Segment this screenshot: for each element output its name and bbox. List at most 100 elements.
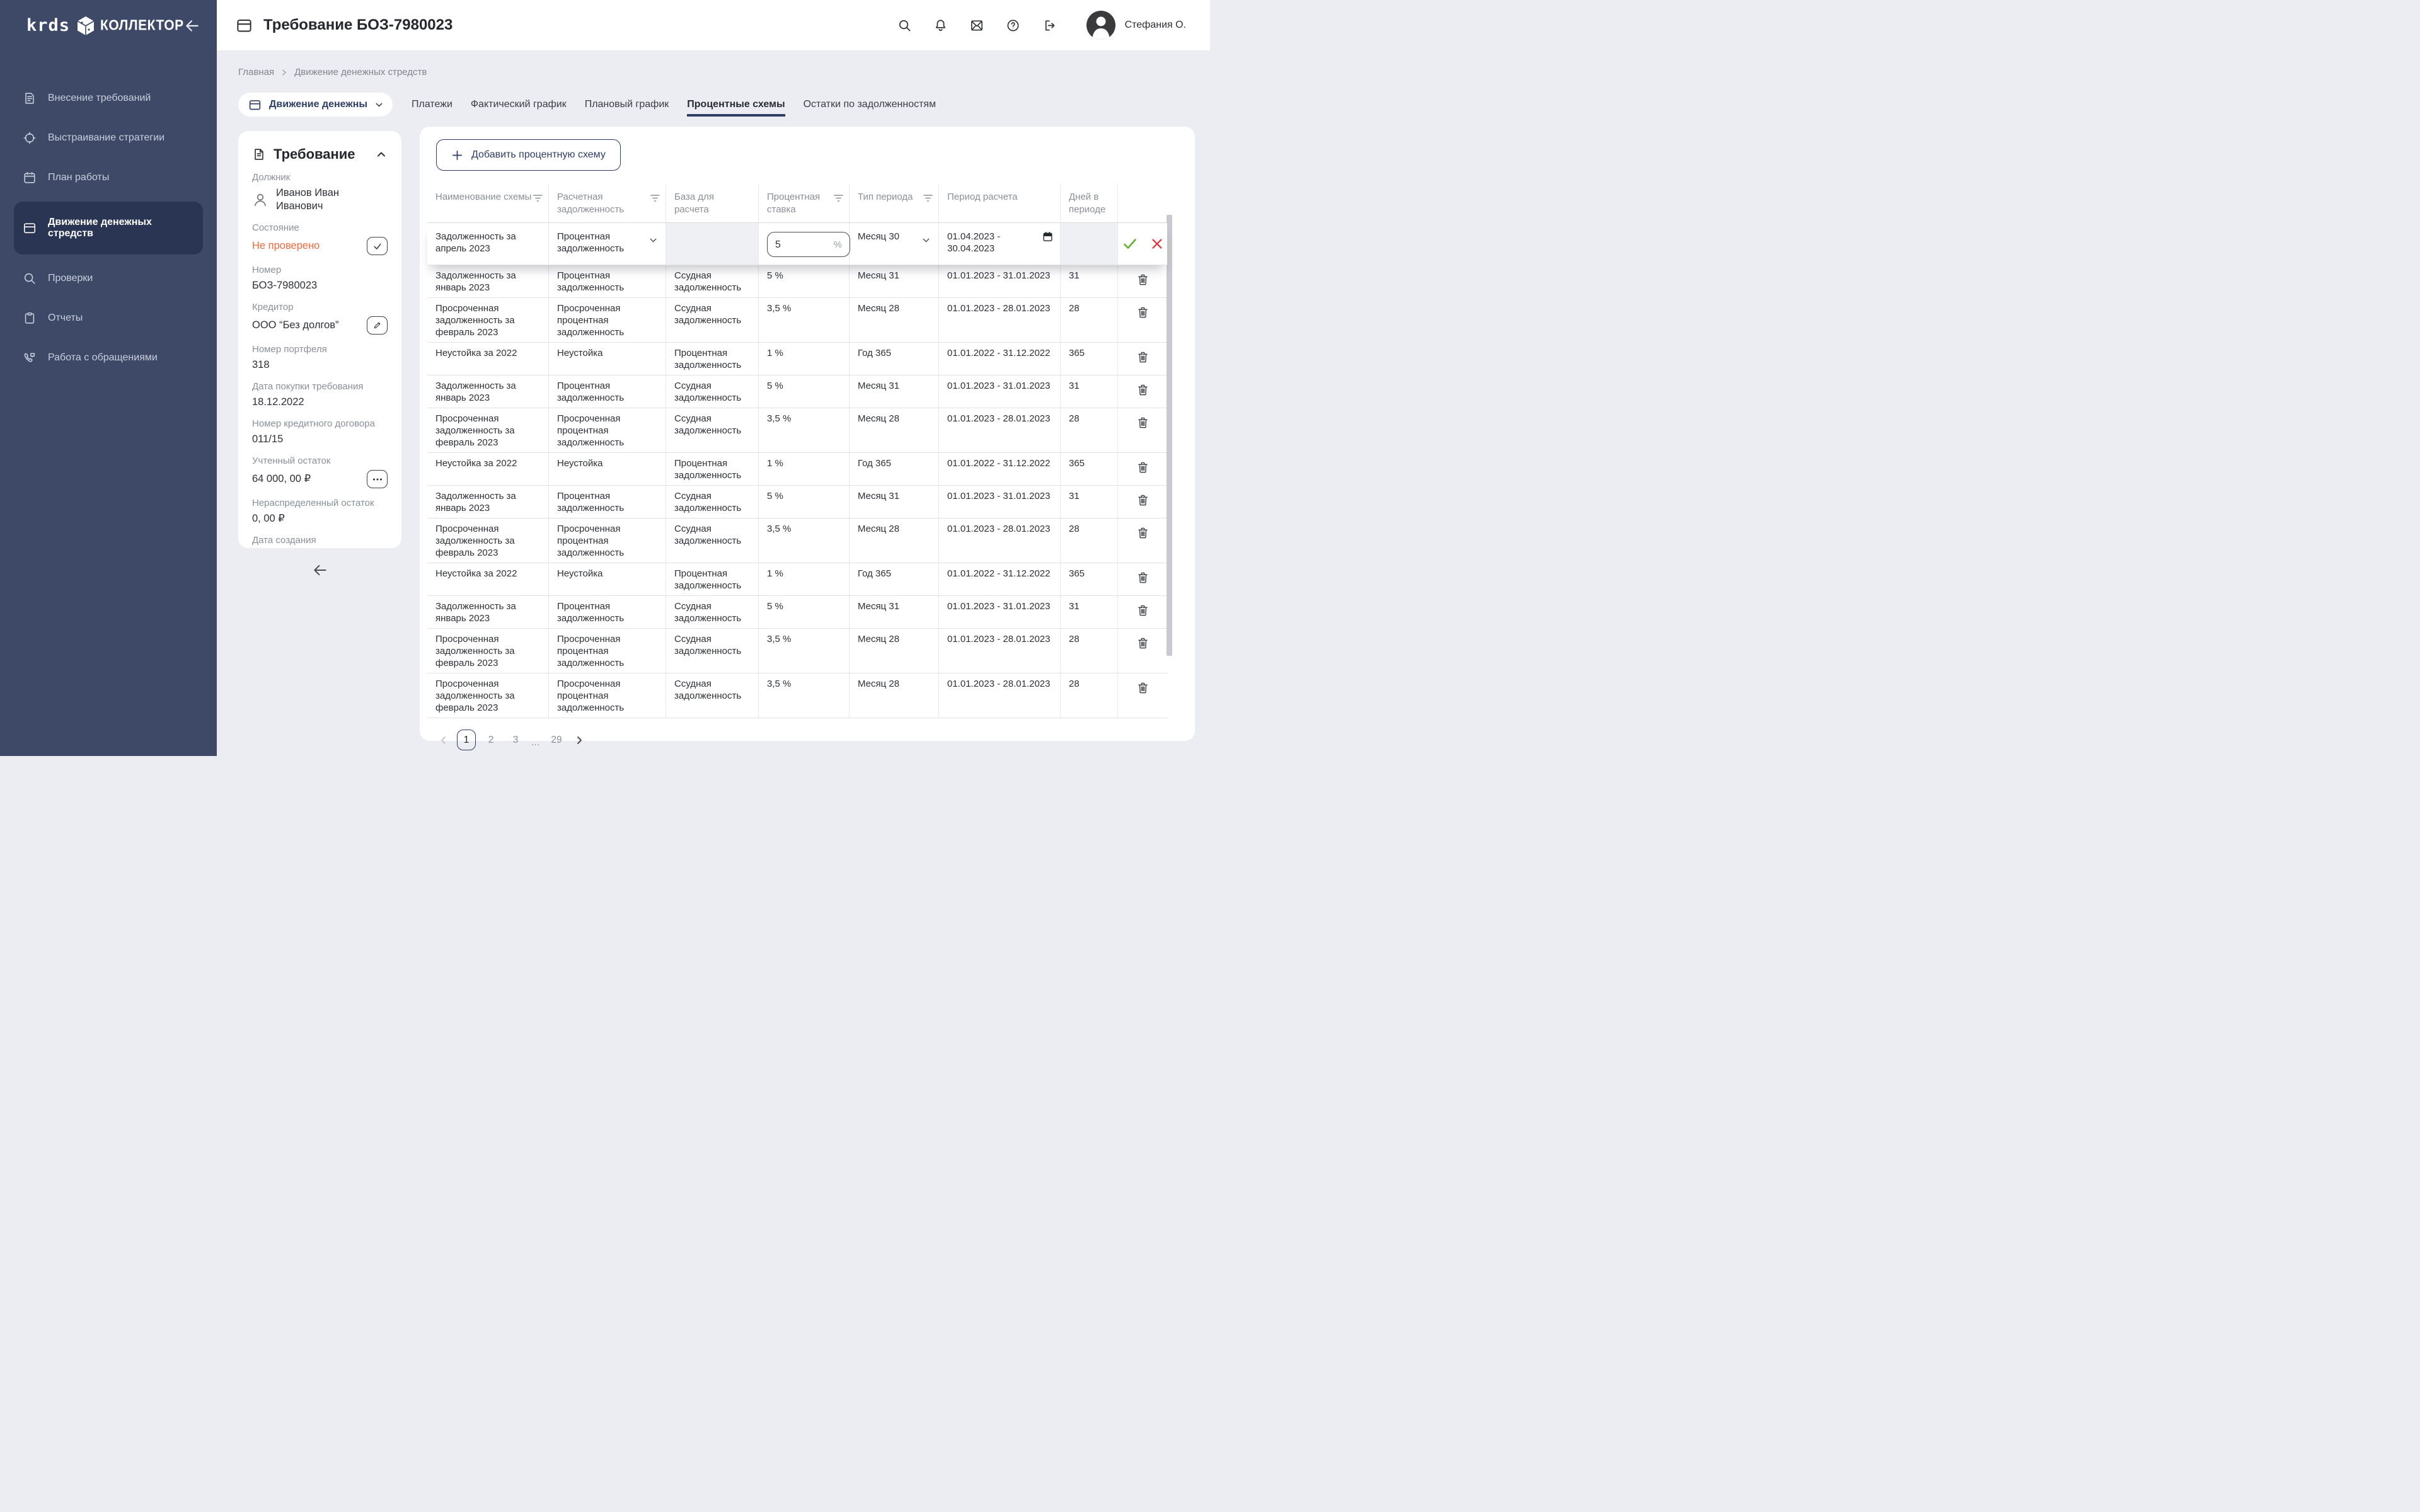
pagination-page-2[interactable]: 2 [481, 730, 500, 750]
pagination-page-3[interactable]: 3 [506, 730, 525, 750]
delete-row-button[interactable] [1135, 349, 1151, 365]
pagination-next[interactable] [572, 735, 587, 745]
rate-input[interactable]: 5 % [767, 232, 850, 257]
delete-row-button[interactable] [1135, 415, 1151, 431]
pagination-page-29[interactable]: 29 [547, 730, 566, 750]
more-button[interactable] [367, 470, 388, 488]
delete-row-button[interactable] [1135, 680, 1151, 696]
claim-field-value: ООО “Без долгов” [252, 319, 359, 332]
delete-row-button[interactable] [1135, 570, 1151, 586]
delete-row-button[interactable] [1135, 272, 1151, 288]
cell-period: 01.01.2023 - 28.01.2023 [939, 518, 1061, 563]
cell-period: 01.01.2023 - 31.01.2023 [939, 265, 1061, 297]
sidebar-menu: Внесение требований Выстраивание стратеги… [0, 83, 217, 382]
cell-calc: Процентная задолженность [549, 375, 666, 408]
user-menu[interactable]: Стефания О. [1086, 11, 1186, 40]
confirm-button[interactable] [1122, 236, 1138, 251]
back-arrow-icon[interactable] [312, 562, 328, 578]
filter-icon[interactable] [650, 193, 660, 206]
cell-base: Ссудная задолженность [666, 518, 759, 563]
cancel-button[interactable] [1150, 237, 1164, 251]
tab-3[interactable]: Процентные схемы [687, 93, 785, 117]
card-icon [248, 98, 262, 112]
cell-actions [1118, 629, 1167, 673]
table-row-3: Задолженность за январь 2023Процентная з… [427, 375, 1167, 408]
table-row-7: Просроченная задолженность за февраль 20… [427, 518, 1167, 563]
filter-icon[interactable] [533, 193, 543, 206]
table-row-10: Просроченная задолженность за февраль 20… [427, 629, 1167, 673]
delete-row-button[interactable] [1135, 459, 1151, 476]
sidebar-item-2[interactable]: План работы [14, 162, 203, 193]
tab-0[interactable]: Платежи [412, 93, 452, 117]
pagination: 123…29 [436, 730, 1195, 750]
delete-row-button[interactable] [1135, 525, 1151, 541]
sidebar-item-0[interactable]: Внесение требований [14, 83, 203, 114]
sidebar-item-5[interactable]: Отчеты [14, 302, 203, 334]
sidebar-item-3[interactable]: Движение денежных стредств [14, 202, 203, 255]
sidebar-item-1[interactable]: Выстраивание стратегии [14, 122, 203, 154]
cell-rate: 3,5 % [759, 298, 850, 342]
pagination-page-1[interactable]: 1 [457, 730, 476, 750]
cell-base: Ссудная задолженность [666, 375, 759, 408]
verify-button[interactable] [367, 237, 388, 255]
delete-row-button[interactable] [1135, 304, 1151, 321]
claim-field-label: Должник [252, 172, 388, 183]
add-scheme-button[interactable]: Добавить процентную схему [436, 139, 621, 171]
view-switcher-dropdown[interactable]: Движение денежны... [238, 93, 393, 117]
tab-4[interactable]: Остатки по задолженностям [804, 93, 936, 117]
mail-icon[interactable] [969, 18, 984, 33]
cell-rate: 1 % [759, 453, 850, 485]
cell-name[interactable]: Задолженность за апрель 2023 [427, 223, 549, 265]
help-icon[interactable] [1006, 18, 1020, 33]
cell-rate: 5 % [759, 596, 850, 628]
cell-calc: Просроченная процентная задолженность [549, 629, 666, 673]
sidebar-item-6[interactable]: Работа с обращениями [14, 342, 203, 374]
calc-debt-select[interactable]: Процентная задолженность [549, 223, 666, 265]
cell-days: 31 [1061, 486, 1118, 518]
cell-base: Ссудная задолженность [666, 408, 759, 452]
vertical-scrollbar-thumb[interactable] [1167, 215, 1172, 656]
cell-base: Процентная задолженность [666, 343, 759, 375]
cell-base: Ссудная задолженность [666, 629, 759, 673]
delete-row-button[interactable] [1135, 635, 1151, 651]
logo-cube-icon [76, 16, 95, 36]
logout-icon[interactable] [1042, 18, 1056, 33]
chevron-down-icon [648, 236, 658, 245]
cell-actions [1118, 596, 1167, 628]
sidebar-item-4[interactable]: Проверки [14, 263, 203, 294]
claim-field-value: 18.12.2022 [252, 396, 388, 409]
bell-icon[interactable] [933, 18, 948, 33]
delete-row-button[interactable] [1135, 602, 1151, 619]
cell-period: 01.01.2023 - 28.01.2023 [939, 629, 1061, 673]
chevron-up-icon[interactable] [375, 148, 388, 161]
cell-rate: 3,5 % [759, 408, 850, 452]
table-row-6: Задолженность за январь 2023Процентная з… [427, 486, 1167, 518]
cell-calc: Неустойка [549, 563, 666, 595]
period-date-picker[interactable]: 01.04.2023 - 30.04.2023 [939, 223, 1061, 265]
tab-1[interactable]: Фактический график [471, 93, 567, 117]
column-header-1: Расчетная задолженность [549, 185, 666, 222]
edit-button[interactable] [367, 316, 388, 335]
cell-name: Просроченная задолженность за февраль 20… [427, 518, 549, 563]
cell-actions [1118, 343, 1167, 375]
cell-rate: 1 % [759, 563, 850, 595]
delete-row-button[interactable] [1135, 492, 1151, 508]
cell-name: Просроченная задолженность за февраль 20… [427, 298, 549, 342]
period-type-select[interactable]: Месяц 30 [850, 223, 939, 265]
target-icon [23, 131, 37, 145]
pagination-prev[interactable] [436, 735, 451, 745]
cell-calc: Просроченная процентная задолженность [549, 298, 666, 342]
cell-rate-edit: 5 % [759, 223, 850, 265]
filter-icon[interactable] [834, 193, 843, 206]
table-row-0: Задолженность за январь 2023Процентная з… [427, 265, 1167, 298]
tab-2[interactable]: Плановый график [585, 93, 669, 117]
delete-row-button[interactable] [1135, 382, 1151, 398]
breadcrumb-home[interactable]: Главная [238, 67, 274, 77]
clipboard-icon [23, 311, 37, 325]
filter-icon[interactable] [923, 193, 933, 206]
search-icon[interactable] [897, 18, 912, 33]
tab-bar: Платежи Фактический график Плановый график… [412, 93, 936, 117]
cell-days: 28 [1061, 298, 1118, 342]
sidebar-collapse-arrow-icon[interactable] [184, 18, 200, 34]
cell-days-empty [1061, 223, 1118, 265]
